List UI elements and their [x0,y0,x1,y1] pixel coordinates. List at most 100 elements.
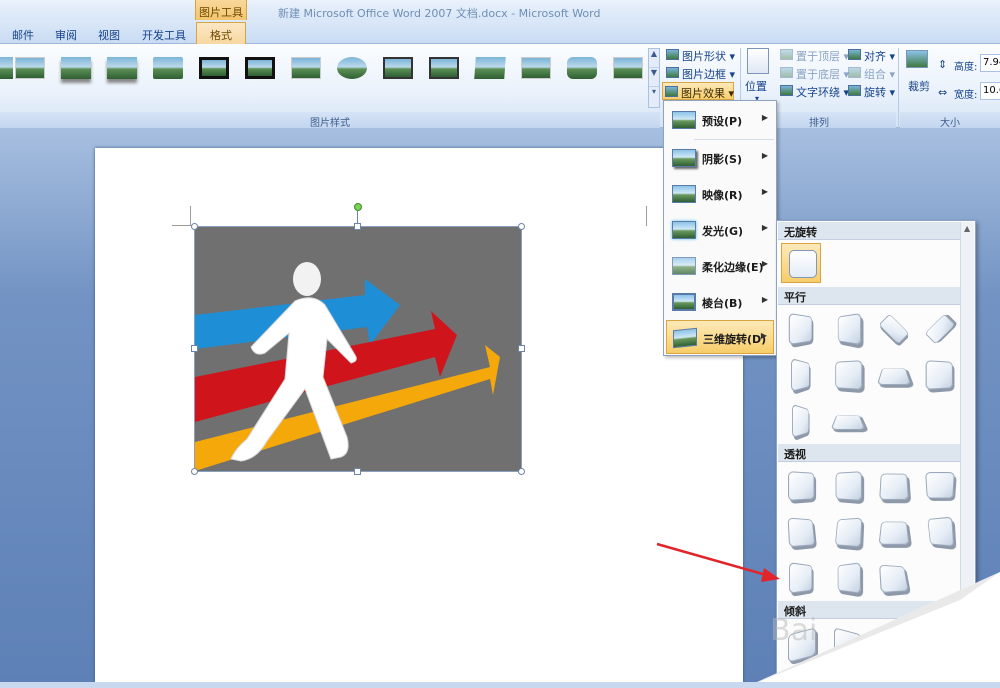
gallery-scroll[interactable]: ▲ ▼ ▾ [648,48,660,108]
height-label: 高度: [954,62,978,73]
picture-style-thumb[interactable] [58,54,94,82]
resize-handle-top-right[interactable] [518,223,525,230]
picture-border-button[interactable]: 图片边框 ▾ [664,64,735,82]
menu-item-3d-rotation[interactable]: 三维旋转(D) ▶ [666,320,774,354]
picture-style-thumb[interactable] [288,54,324,82]
tab-view[interactable]: 视图 [98,24,120,44]
bring-front-icon [780,49,793,60]
rotation-parallel-option[interactable] [827,309,867,349]
rotation-parallel-option[interactable] [827,401,867,441]
rotation-none[interactable] [781,243,821,283]
3d-rotation-icon [673,327,697,349]
picture-style-thumb[interactable] [334,54,370,82]
picture-style-thumb[interactable] [518,54,554,82]
position-button[interactable]: 位置 [745,78,767,94]
tab-format[interactable]: 格式 [196,22,246,45]
picture-style-thumb[interactable] [380,54,416,82]
rotation-perspective-option[interactable] [873,466,913,506]
menu-item-preset[interactable]: 预设(P) ▶ [666,103,774,137]
rotation-perspective-option[interactable] [873,512,913,552]
rotate-button[interactable]: 旋转 ▾ [846,82,895,100]
rotation-parallel-option[interactable] [781,401,821,441]
picture-effects-button[interactable]: 图片效果 ▾ [662,82,734,100]
resize-handle-top[interactable] [354,223,361,230]
height-input[interactable]: 7.94 [980,54,1000,72]
glow-icon [672,221,696,239]
rotation-perspective-option[interactable] [919,466,959,506]
gallery-scrollbar[interactable]: ▲ [960,222,974,687]
scroll-down-icon[interactable]: ▼ [649,68,659,87]
picture-style-thumb[interactable] [12,54,48,82]
scroll-up-icon[interactable]: ▲ [964,224,970,233]
picture-style-thumb[interactable] [472,54,508,82]
text-wrap-icon [780,85,793,96]
tab-developer[interactable]: 开发工具 [142,24,186,44]
rotation-perspective-option[interactable] [781,558,821,598]
rotation-perspective-option[interactable] [781,512,821,552]
resize-handle-bottom-left[interactable] [191,468,198,475]
bring-to-front-button[interactable]: 置于顶层 ▾ [778,46,849,64]
menu-item-soft-edges[interactable]: 柔化边缘(E) ▶ [666,249,774,283]
picture-style-thumb[interactable] [104,54,140,82]
picture-border-icon [666,67,679,78]
picture-style-thumb[interactable] [564,54,600,82]
preset-icon [672,111,696,129]
reflection-icon [672,185,696,203]
resize-handle-bottom[interactable] [354,468,361,475]
rotation-parallel-option[interactable] [781,309,821,349]
rotation-parallel-option[interactable] [781,355,821,395]
crop-icon[interactable] [906,50,928,68]
send-back-icon [780,67,793,78]
picture-style-thumb[interactable] [610,54,646,82]
rotation-perspective-option[interactable] [827,466,867,506]
menu-item-shadow[interactable]: 阴影(S) ▶ [666,141,774,175]
resize-handle-bottom-right[interactable] [518,468,525,475]
section-header-no-rotation: 无旋转 [778,222,960,240]
picture-style-thumb[interactable] [150,54,186,82]
menu-item-reflection[interactable]: 映像(R) ▶ [666,177,774,211]
text-wrap-button[interactable]: 文字环绕 ▾ [778,82,849,100]
rotation-oblique-option[interactable] [827,625,867,665]
menu-item-bevel[interactable]: 棱台(B) ▶ [666,285,774,319]
soft-edges-icon [672,257,696,275]
rotation-perspective-option[interactable] [781,466,821,506]
menu-item-glow[interactable]: 发光(G) ▶ [666,213,774,247]
rotation-perspective-option[interactable] [827,558,867,598]
resize-handle-right[interactable] [518,345,525,352]
chevron-right-icon: ▶ [761,223,768,232]
picture-shape-button[interactable]: 图片形状 ▾ [664,46,735,64]
rotation-parallel-option[interactable] [873,355,913,395]
shadow-icon [672,149,696,167]
resize-handle-top-left[interactable] [191,223,198,230]
gallery-more-icon[interactable]: ▾ [649,87,659,106]
group-button[interactable]: 组合 ▾ [846,64,895,82]
align-button[interactable]: 对齐 ▾ [846,46,895,64]
rotation-perspective-option[interactable] [827,512,867,552]
align-icon [848,49,861,60]
picture-style-thumb[interactable] [196,54,232,82]
tab-review[interactable]: 审阅 [55,24,77,44]
rotation-parallel-option[interactable] [827,355,867,395]
rotation-perspective-option[interactable] [873,558,913,598]
resize-handle-left[interactable] [191,345,198,352]
chevron-right-icon: ▶ [761,295,768,304]
scroll-up-icon[interactable]: ▲ [649,49,659,68]
margin-corner-mark [172,225,192,226]
picture-style-thumb[interactable] [426,54,462,82]
send-to-back-button[interactable]: 置于底层 ▾ [778,64,849,82]
position-icon[interactable] [747,48,769,74]
picture-style-thumb[interactable] [242,54,278,82]
tab-mailings[interactable]: 邮件 [12,24,34,44]
crop-button[interactable]: 裁剪 [908,78,930,94]
section-header-perspective: 透视 [778,444,960,462]
rotation-parallel-option[interactable] [919,309,959,349]
width-icon: ⇔ [938,86,948,99]
rotation-parallel-option[interactable] [919,355,959,395]
width-input[interactable]: 10.6 [980,82,1000,100]
selected-picture[interactable] [194,226,522,472]
rotation-parallel-option[interactable] [873,309,913,349]
rotation-oblique-option[interactable] [781,625,821,665]
rotation-handle[interactable] [354,203,362,211]
rotation-perspective-option[interactable] [919,512,959,552]
3d-rotation-gallery: ▲ 无旋转 平行 透视 倾斜 [776,220,976,688]
